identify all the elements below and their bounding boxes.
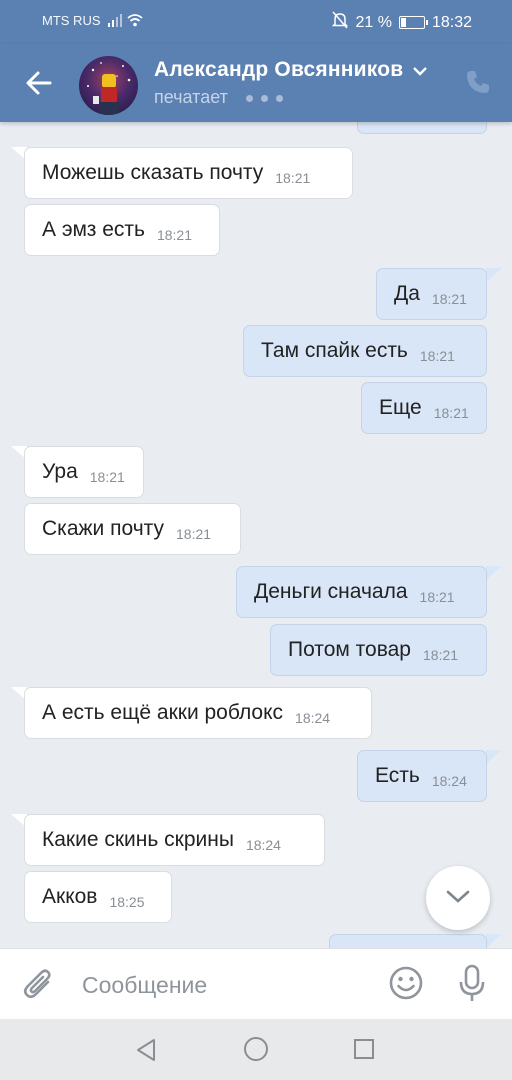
message-text: Какие скинь скрины — [42, 828, 234, 851]
message-bubble-out[interactable]: Потом товар 18:21 — [270, 624, 487, 676]
message-composer — [0, 948, 512, 1019]
message-text: Есть — [375, 764, 420, 787]
message-bubble-in[interactable]: Акков 18:25 — [24, 871, 172, 923]
message-text: Ура — [42, 460, 78, 483]
message-bubble-out[interactable]: Еще 18:21 — [361, 382, 487, 434]
message-bubble-in[interactable]: Скажи почту 18:21 — [24, 503, 241, 555]
battery-icon — [398, 16, 428, 29]
bubble-tail — [486, 934, 502, 948]
message-time: 18:21 — [275, 170, 311, 186]
nav-recent-icon[interactable] — [353, 1038, 375, 1065]
scroll-down-button[interactable] — [426, 866, 490, 930]
bubble-tail — [486, 750, 502, 764]
system-nav-bar — [0, 1018, 512, 1080]
message-input[interactable] — [80, 965, 374, 1005]
message-bubble-out[interactable]: Есть 18:24 — [357, 750, 487, 802]
scroll-down-icon — [444, 887, 472, 910]
clock: 18:32 — [431, 13, 472, 31]
message-text: Потом товар — [288, 638, 411, 661]
message-time: 18:21 — [89, 469, 125, 485]
partial-message-bubble[interactable] — [329, 934, 487, 948]
message-time: 18:21 — [176, 526, 212, 542]
message-text: Можешь сказать почту — [42, 161, 264, 184]
status-bar: MTS RUS 21 % 18:32 — [0, 0, 512, 44]
signal-wifi-icon — [108, 12, 144, 32]
message-bubble-out[interactable]: Там спайк есть 18:21 — [243, 325, 487, 377]
phone-icon[interactable] — [464, 68, 492, 101]
message-bubble-in[interactable]: Можешь сказать почту 18:21 — [24, 147, 353, 199]
chevron-down-icon[interactable] — [412, 64, 428, 82]
message-time: 18:24 — [295, 710, 331, 726]
message-text: А эмз есть — [42, 218, 145, 241]
avatar[interactable] — [79, 56, 138, 115]
bubble-tail — [486, 268, 502, 282]
message-bubble-in[interactable]: А есть ещё акки роблокс 18:24 — [24, 687, 372, 739]
bubble-tail — [486, 566, 502, 580]
message-bubble-in[interactable]: Какие скинь скрины 18:24 — [24, 814, 325, 866]
partial-message-bubble[interactable] — [357, 122, 487, 134]
message-text: Деньги сначала — [254, 580, 408, 603]
emoji-icon[interactable] — [388, 965, 424, 1006]
message-time: 18:21 — [431, 291, 467, 307]
message-text: Там спайк есть — [261, 339, 408, 362]
message-text: Еще — [379, 396, 422, 419]
message-bubble-out[interactable]: Деньги сначала 18:21 — [236, 566, 487, 618]
battery-percent: 21 % — [355, 13, 392, 31]
battery-level — [400, 18, 406, 27]
message-time: 18:21 — [419, 348, 455, 364]
message-time: 18:24 — [431, 773, 467, 789]
message-time: 18:24 — [245, 837, 281, 853]
message-bubble-in[interactable]: А эмз есть 18:21 — [24, 204, 220, 256]
message-time: 18:21 — [419, 589, 455, 605]
message-text: Да — [394, 282, 420, 305]
message-text: Скажи почту — [42, 517, 164, 540]
message-bubble-in[interactable]: Ура 18:21 — [24, 446, 144, 498]
nav-back-icon[interactable] — [134, 1038, 158, 1067]
message-time: 18:21 — [433, 405, 469, 421]
attach-icon[interactable] — [22, 967, 56, 1008]
typing-status: печатает — [154, 87, 228, 107]
message-text: Акков — [42, 885, 98, 908]
message-text: А есть ещё акки роблокс — [42, 701, 284, 724]
message-time: 18:25 — [109, 894, 145, 910]
carrier-label: MTS RUS — [42, 13, 101, 28]
contact-name[interactable]: Александр Овсянников — [154, 58, 403, 82]
typing-dots-icon — [246, 95, 283, 102]
mute-bell-icon — [332, 11, 349, 34]
message-list[interactable]: Можешь сказать почту 18:21 А эмз есть 18… — [0, 122, 512, 948]
nav-home-icon[interactable] — [243, 1036, 269, 1067]
chat-header: Александр Овсянников печатает — [0, 44, 512, 122]
message-time: 18:21 — [156, 227, 193, 243]
message-bubble-out[interactable]: Да 18:21 — [376, 268, 487, 320]
back-arrow-icon[interactable] — [22, 66, 56, 100]
mic-icon[interactable] — [456, 963, 488, 1008]
message-time: 18:21 — [423, 647, 459, 663]
